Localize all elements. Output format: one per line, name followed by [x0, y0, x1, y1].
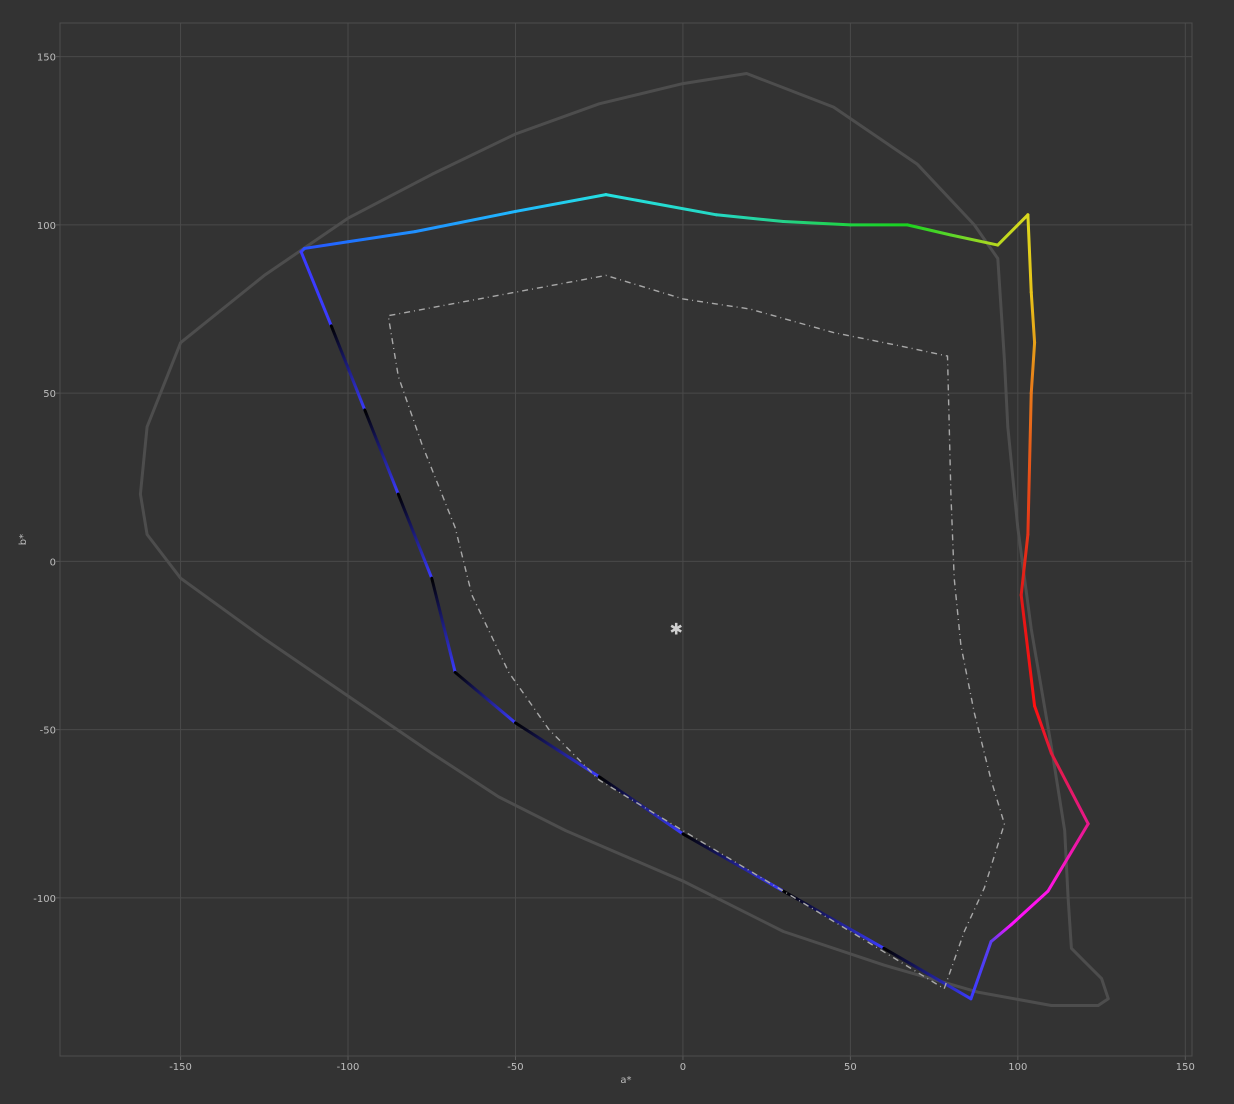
x-axis-label: a* — [620, 1075, 631, 1086]
x-tick-label: 100 — [1008, 1062, 1027, 1073]
x-tick-label: 50 — [844, 1062, 857, 1073]
plot-background — [0, 0, 1234, 1104]
x-tick-label: -50 — [507, 1062, 523, 1073]
x-tick-label: 0 — [680, 1062, 686, 1073]
white-point-marker: ✱ — [670, 620, 683, 639]
y-tick-label: 100 — [37, 221, 56, 232]
y-tick-label: 50 — [43, 389, 56, 400]
y-tick-label: -100 — [33, 894, 56, 905]
y-tick-label: 0 — [50, 557, 56, 568]
x-tick-label: -100 — [337, 1062, 360, 1073]
x-tick-label: 150 — [1176, 1062, 1195, 1073]
y-tick-label: 150 — [37, 53, 56, 64]
lab-gamut-chart: ✱ -150 -100 -50 0 50 100 150 150 100 50 0 -50 -100 a… — [0, 0, 1234, 1104]
y-axis-label: b* — [18, 534, 29, 545]
y-tick-label: -50 — [40, 726, 56, 737]
x-tick-label: -150 — [169, 1062, 192, 1073]
